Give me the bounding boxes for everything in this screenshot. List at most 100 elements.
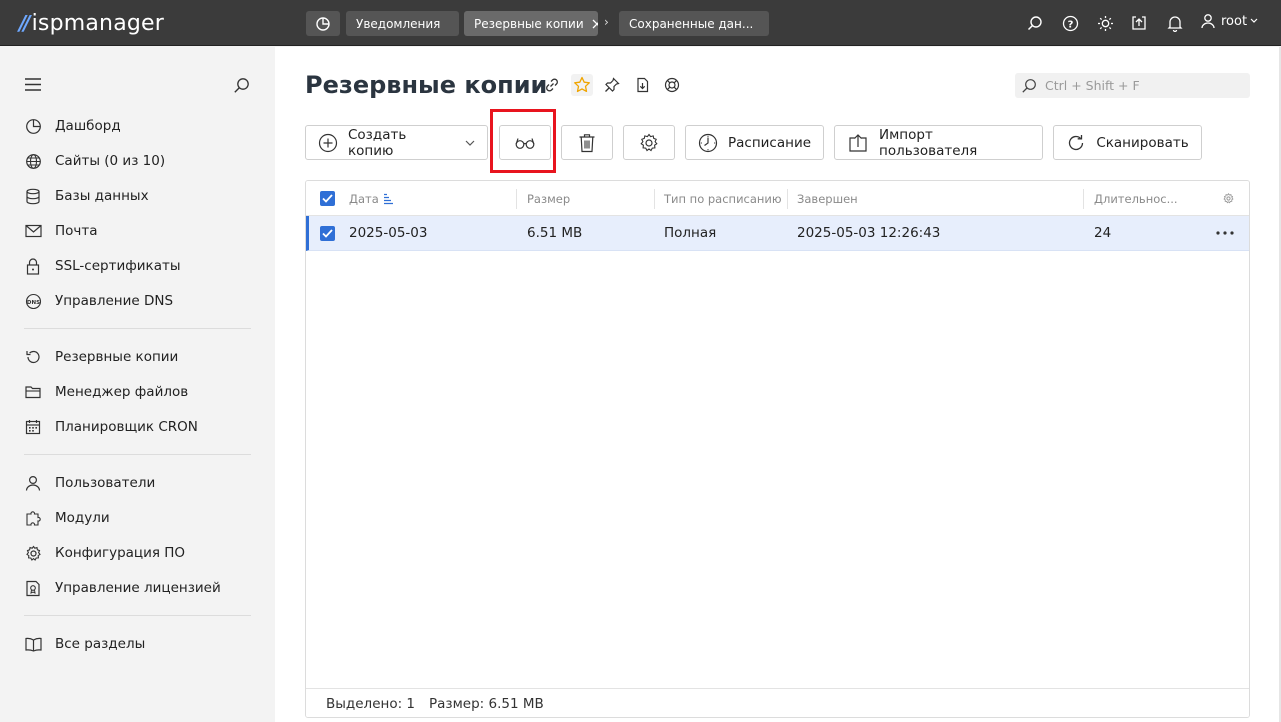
- sidebar-divider: [24, 328, 251, 329]
- sort-icon[interactable]: [383, 193, 394, 205]
- page-title: Резервные копии: [305, 71, 548, 99]
- username: root: [1221, 13, 1248, 29]
- sidebar-item-backups[interactable]: Резервные копии: [24, 345, 178, 369]
- scan-button[interactable]: Сканировать: [1053, 125, 1202, 160]
- selected-size: Размер: 6.51 MB: [429, 695, 544, 712]
- user-menu[interactable]: root: [1200, 13, 1258, 29]
- sidebar-item-modules[interactable]: Модули: [24, 506, 110, 530]
- delete-button[interactable]: [561, 125, 613, 160]
- logo-text: ispmanager: [31, 10, 165, 36]
- dashboard-icon: [316, 16, 330, 31]
- sidebar-item-dashboard[interactable]: Дашборд: [24, 114, 121, 138]
- backup-icon: [24, 348, 42, 366]
- download-doc-icon[interactable]: [631, 74, 653, 96]
- tab-notifications[interactable]: Уведомления: [346, 11, 459, 36]
- select-all-checkbox[interactable]: [320, 181, 335, 216]
- cell-size: 6.51 MB: [527, 225, 583, 241]
- license-icon: [24, 579, 42, 597]
- global-search[interactable]: [1015, 73, 1250, 98]
- sidebar-item-label: Управление лицензией: [55, 580, 221, 596]
- column-finished[interactable]: Завершен: [797, 181, 858, 216]
- column-schedule-type[interactable]: Тип по расписанию: [664, 181, 782, 216]
- sidebar-item-mail[interactable]: Почта: [24, 219, 98, 243]
- refresh-icon: [1066, 133, 1086, 153]
- sidebar-item-license[interactable]: Управление лицензией: [24, 576, 221, 600]
- import-user-button[interactable]: Импорт пользователя: [834, 125, 1043, 160]
- sidebar-item-label: Все разделы: [55, 636, 146, 652]
- table-header: Дата Размер Тип по расписанию Завершен Д…: [306, 181, 1249, 216]
- svg-text:DNS: DNS: [26, 299, 39, 305]
- column-duration[interactable]: Длительнос...: [1094, 181, 1178, 216]
- sidebar-item-label: Управление DNS: [55, 293, 174, 309]
- upload-icon[interactable]: [1129, 13, 1149, 33]
- sidebar-item-users[interactable]: Пользователи: [24, 471, 155, 495]
- logo-mark: //: [19, 11, 30, 35]
- schedule-button[interactable]: Расписание: [685, 125, 824, 160]
- sidebar-item-label: Почта: [55, 223, 98, 239]
- dashboard-icon: [24, 117, 42, 135]
- logo[interactable]: // ispmanager: [19, 9, 164, 37]
- gear-icon: [639, 133, 659, 153]
- link-icon[interactable]: [541, 74, 563, 96]
- tab-backups[interactable]: Резервные копии: [464, 11, 598, 36]
- theme-sun-icon[interactable]: [1095, 13, 1115, 33]
- column-divider[interactable]: [1083, 189, 1084, 209]
- sidebar-item-label: Менеджер файлов: [55, 384, 189, 400]
- title-actions: [541, 74, 691, 96]
- backups-table: Дата Размер Тип по расписанию Завершен Д…: [305, 180, 1250, 718]
- sidebar-item-software-config[interactable]: Конфигурация ПО: [24, 541, 185, 565]
- sidebar-item-label: Резервные копии: [55, 349, 179, 365]
- search-input[interactable]: [1045, 78, 1245, 93]
- puzzle-icon: [24, 509, 42, 527]
- sidebar-item-all-sections[interactable]: Все разделы: [24, 632, 145, 656]
- chevron-down-icon: [1250, 18, 1258, 23]
- sidebar-item-cron[interactable]: Планировщик CRON: [24, 415, 198, 439]
- pin-icon[interactable]: [601, 74, 623, 96]
- home-tab[interactable]: [306, 11, 340, 36]
- settings-button[interactable]: [623, 125, 675, 160]
- sidebar-search-icon[interactable]: [233, 77, 250, 98]
- lifebuoy-icon[interactable]: [661, 74, 683, 96]
- sidebar-item-label: Пользователи: [55, 475, 156, 491]
- help-icon[interactable]: ?: [1060, 13, 1080, 33]
- calendar-icon: [24, 418, 42, 436]
- row-more-icon[interactable]: [1216, 216, 1234, 250]
- schedule-label: Расписание: [727, 134, 812, 151]
- selected-count: Выделено: 1: [326, 695, 416, 712]
- column-divider[interactable]: [516, 189, 517, 209]
- hamburger-menu-icon[interactable]: [25, 78, 41, 95]
- sidebar-item-sites[interactable]: Сайты (0 из 10): [24, 149, 165, 173]
- table-footer: Выделено: 1 Размер: 6.51 MB: [306, 688, 1249, 717]
- user-icon: [1201, 14, 1215, 29]
- row-checkbox[interactable]: [320, 216, 335, 250]
- sidebar-item-label: Модули: [55, 510, 110, 526]
- column-label: Длительнос...: [1094, 191, 1178, 206]
- table-settings-icon[interactable]: [1223, 181, 1234, 216]
- sidebar-divider: [24, 615, 251, 616]
- main-panel: Резервные копии Создать копию Расписание…: [275, 47, 1281, 722]
- mail-icon: [24, 222, 42, 240]
- lock-icon: [24, 257, 42, 275]
- clock-icon: [698, 133, 718, 153]
- sidebar-item-file-manager[interactable]: Менеджер файлов: [24, 380, 188, 404]
- column-label: Дата: [349, 191, 379, 206]
- bell-icon[interactable]: [1165, 13, 1185, 33]
- column-date[interactable]: Дата: [349, 181, 394, 216]
- top-bar: // ispmanager Уведомления Резервные копи…: [0, 0, 1281, 46]
- sidebar-item-dns[interactable]: DNS Управление DNS: [24, 289, 173, 313]
- tab-saved-data[interactable]: Сохраненные дан...: [619, 11, 769, 36]
- table-row[interactable]: 2025-05-03 6.51 MB Полная 2025-05-03 12:…: [306, 216, 1249, 251]
- column-size[interactable]: Размер: [527, 181, 570, 216]
- search-icon: [1022, 78, 1036, 93]
- create-backup-button[interactable]: Создать копию: [305, 125, 488, 160]
- star-icon[interactable]: [571, 74, 593, 96]
- database-icon: [24, 187, 42, 205]
- close-tab-icon[interactable]: [592, 19, 598, 29]
- sidebar-divider: [24, 454, 251, 455]
- column-divider[interactable]: [654, 189, 655, 209]
- sidebar-item-databases[interactable]: Базы данных: [24, 184, 149, 208]
- sidebar-item-ssl[interactable]: SSL-сертификаты: [24, 254, 181, 278]
- scan-label: Сканировать: [1096, 134, 1189, 151]
- search-icon[interactable]: [1025, 13, 1045, 33]
- column-divider[interactable]: [787, 189, 788, 209]
